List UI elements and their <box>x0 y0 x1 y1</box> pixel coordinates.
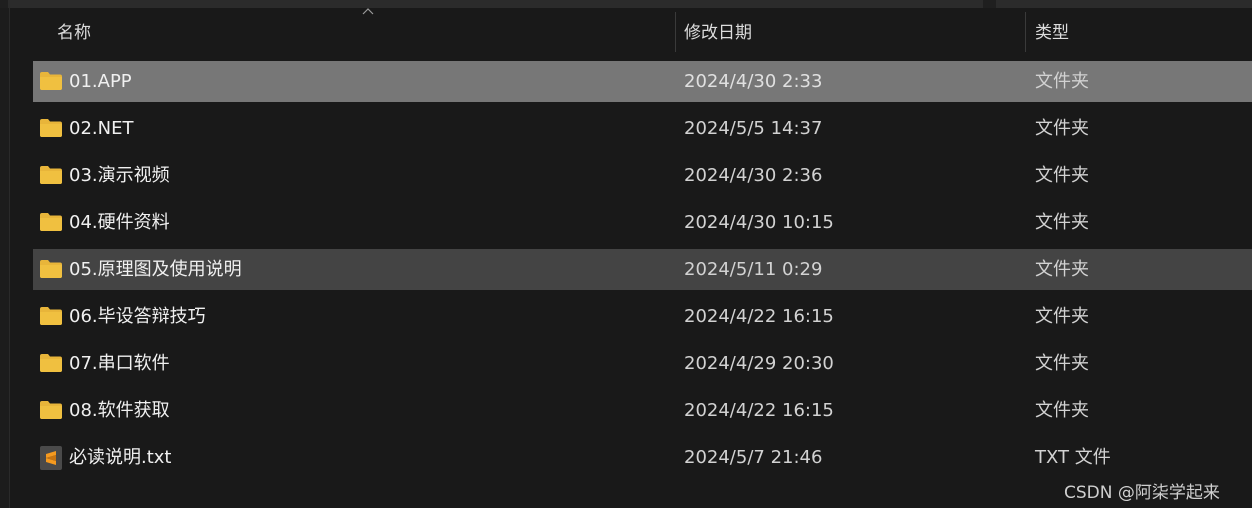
navigation-pane-edge <box>0 8 10 508</box>
file-type: 文件夹 <box>1035 165 1089 186</box>
file-name: 05.原理图及使用说明 <box>69 259 242 280</box>
modified-date: 2024/4/22 16:15 <box>684 306 834 327</box>
sublime-text-file-icon <box>39 446 63 470</box>
folder-icon <box>39 117 63 139</box>
folder-icon <box>39 70 63 92</box>
file-name: 07.串口软件 <box>69 353 170 374</box>
file-type: 文件夹 <box>1035 353 1089 374</box>
file-row[interactable]: 03.演示视频 2024/4/30 2:36 文件夹 <box>33 155 1252 196</box>
file-type: 文件夹 <box>1035 212 1089 233</box>
modified-date: 2024/5/11 0:29 <box>684 259 823 280</box>
file-name: 02.NET <box>69 118 134 139</box>
modified-date: 2024/4/22 16:15 <box>684 400 834 421</box>
column-header-date[interactable]: 修改日期 <box>684 10 1014 54</box>
folder-icon <box>39 164 63 186</box>
column-divider[interactable] <box>675 12 676 52</box>
file-row[interactable]: 05.原理图及使用说明 2024/5/11 0:29 文件夹 <box>33 249 1252 290</box>
file-name: 08.软件获取 <box>69 400 170 421</box>
file-name: 01.APP <box>69 71 132 92</box>
file-name: 必读说明.txt <box>69 447 172 468</box>
folder-icon <box>39 305 63 327</box>
file-type: 文件夹 <box>1035 118 1089 139</box>
watermark: CSDN @阿柒学起来 <box>1064 483 1220 503</box>
column-divider[interactable] <box>1025 12 1026 52</box>
file-row[interactable]: 02.NET 2024/5/5 14:37 文件夹 <box>33 108 1252 149</box>
file-row[interactable]: 01.APP 2024/4/30 2:33 文件夹 <box>33 61 1252 102</box>
folder-icon <box>39 399 63 421</box>
file-type: 文件夹 <box>1035 71 1089 92</box>
modified-date: 2024/5/7 21:46 <box>684 447 823 468</box>
file-type: TXT 文件 <box>1035 447 1111 468</box>
column-header-bar: 名称 修改日期 类型 <box>9 8 1252 54</box>
file-type: 文件夹 <box>1035 306 1089 327</box>
column-header-name[interactable]: 名称 <box>57 10 667 54</box>
column-header-type[interactable]: 类型 <box>1035 10 1235 54</box>
file-type: 文件夹 <box>1035 400 1089 421</box>
file-name: 04.硬件资料 <box>69 212 170 233</box>
folder-icon <box>39 211 63 233</box>
file-row[interactable]: 必读说明.txt 2024/5/7 21:46 TXT 文件 <box>33 437 1252 478</box>
file-name: 06.毕设答辩技巧 <box>69 306 206 327</box>
file-row[interactable]: 04.硬件资料 2024/4/30 10:15 文件夹 <box>33 202 1252 243</box>
top-strip-segment <box>8 0 983 8</box>
top-strip-segment <box>996 0 1252 8</box>
file-row[interactable]: 08.软件获取 2024/4/22 16:15 文件夹 <box>33 390 1252 431</box>
modified-date: 2024/4/30 10:15 <box>684 212 834 233</box>
file-row[interactable]: 06.毕设答辩技巧 2024/4/22 16:15 文件夹 <box>33 296 1252 337</box>
folder-icon <box>39 352 63 374</box>
folder-icon <box>39 258 63 280</box>
modified-date: 2024/5/5 14:37 <box>684 118 823 139</box>
modified-date: 2024/4/29 20:30 <box>684 353 834 374</box>
modified-date: 2024/4/30 2:33 <box>684 71 823 92</box>
file-type: 文件夹 <box>1035 259 1089 280</box>
file-name: 03.演示视频 <box>69 165 170 186</box>
top-strip <box>0 0 1252 8</box>
file-list: 01.APP 2024/4/30 2:33 文件夹 02.NET 2024/5/5 14… <box>33 61 1252 484</box>
modified-date: 2024/4/30 2:36 <box>684 165 823 186</box>
file-row[interactable]: 07.串口软件 2024/4/29 20:30 文件夹 <box>33 343 1252 384</box>
